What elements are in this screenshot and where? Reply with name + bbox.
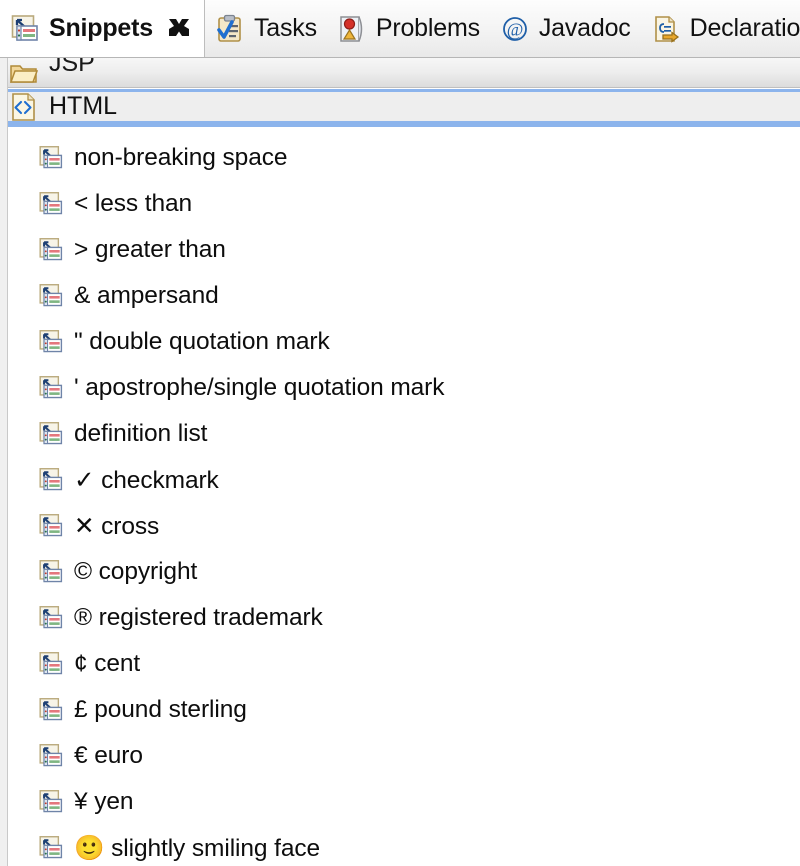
- snippet-row[interactable]: definition list: [0, 411, 800, 457]
- tab-tasks[interactable]: Tasks: [205, 0, 327, 57]
- snippet-item-icon: [38, 375, 64, 401]
- snippet-row[interactable]: ® registered trademark: [0, 595, 800, 641]
- snippet-label: definition list: [74, 420, 208, 447]
- snippet-item-icon: [38, 283, 64, 309]
- category-row-jsp[interactable]: JSP: [0, 58, 800, 88]
- snippet-row[interactable]: > greater than: [0, 227, 800, 273]
- snippet-item-icon: [38, 605, 64, 631]
- category-label-html: HTML: [49, 92, 118, 120]
- snippet-item-icon: [38, 789, 64, 815]
- tree-left-rail: [0, 58, 8, 866]
- snippet-item-icon: [38, 329, 64, 355]
- tab-label-tasks: Tasks: [253, 14, 317, 42]
- snippet-item-icon: [38, 559, 64, 585]
- snippet-row[interactable]: ¥ yen: [0, 779, 800, 825]
- snippet-label: ® registered trademark: [74, 604, 323, 631]
- snippet-label: £ pound sterling: [74, 696, 247, 723]
- snippet-label: ' apostrophe/single quotation mark: [74, 374, 445, 401]
- snippet-row[interactable]: & ampersand: [0, 273, 800, 319]
- snippet-item-icon: [38, 237, 64, 263]
- snippet-label: 🙂 slightly smiling face: [74, 835, 321, 862]
- javadoc-at-icon: @: [500, 14, 530, 44]
- snippet-item-icon: [38, 651, 64, 677]
- snippet-list: non-breaking space < less than > greater…: [0, 135, 800, 866]
- snippets-tree-panel: JSP HTML non-breaking space < less than …: [0, 58, 800, 866]
- snippet-row[interactable]: ✓ checkmark: [0, 457, 800, 503]
- problems-icon: [337, 14, 367, 44]
- snippet-row[interactable]: ' apostrophe/single quotation mark: [0, 365, 800, 411]
- snippet-row[interactable]: ✕ cross: [0, 503, 800, 549]
- snippet-label: € euro: [74, 742, 143, 769]
- tab-label-snippets: Snippets: [49, 14, 153, 42]
- snippet-item-icon: [38, 421, 64, 447]
- snippet-label: ¢ cent: [74, 650, 141, 677]
- snippet-row[interactable]: ¢ cent: [0, 641, 800, 687]
- category-row-html[interactable]: HTML: [0, 89, 800, 127]
- snippet-item-icon: [38, 145, 64, 171]
- tab-javadoc[interactable]: @ Javadoc: [490, 0, 641, 57]
- snippet-label: > greater than: [74, 236, 226, 263]
- view-tab-bar: Snippets Tasks Problems @ Javadoc Declar…: [0, 0, 800, 58]
- tab-snippets[interactable]: Snippets: [0, 0, 205, 57]
- snippet-label: ✓ checkmark: [74, 467, 219, 494]
- snippet-row[interactable]: < less than: [0, 181, 800, 227]
- snippet-label: & ampersand: [74, 282, 219, 309]
- tab-label-problems: Problems: [375, 14, 480, 42]
- snippets-icon: [10, 14, 40, 44]
- declaration-icon: [651, 14, 681, 44]
- snippet-label: © copyright: [74, 558, 198, 585]
- tasks-icon: [215, 14, 245, 44]
- tab-problems[interactable]: Problems: [327, 0, 490, 57]
- svg-text:@: @: [507, 19, 524, 39]
- snippet-item-icon: [38, 467, 64, 493]
- snippet-label: < less than: [74, 190, 193, 217]
- tab-label-declaration: Declaration: [689, 14, 800, 42]
- folder-icon: [9, 61, 39, 85]
- snippet-label: " double quotation mark: [74, 328, 330, 355]
- snippet-item-icon: [38, 835, 64, 861]
- html-document-icon: [10, 92, 38, 122]
- snippet-row[interactable]: £ pound sterling: [0, 687, 800, 733]
- snippet-row[interactable]: non-breaking space: [0, 135, 800, 181]
- snippet-row[interactable]: € euro: [0, 733, 800, 779]
- snippet-item-icon: [38, 743, 64, 769]
- snippet-label: non-breaking space: [74, 144, 288, 171]
- snippet-item-icon: [38, 697, 64, 723]
- tab-label-javadoc: Javadoc: [538, 14, 631, 42]
- snippet-item-icon: [38, 191, 64, 217]
- category-label-jsp: JSP: [49, 58, 95, 77]
- snippet-row[interactable]: © copyright: [0, 549, 800, 595]
- tab-declaration[interactable]: Declaration: [641, 0, 800, 57]
- snippet-row[interactable]: 🙂 slightly smiling face: [0, 825, 800, 866]
- snippet-row[interactable]: " double quotation mark: [0, 319, 800, 365]
- snippet-item-icon: [38, 513, 64, 539]
- maximize-x-icon[interactable]: [164, 14, 194, 44]
- snippet-label: ¥ yen: [74, 788, 134, 815]
- snippet-label: ✕ cross: [74, 513, 160, 540]
